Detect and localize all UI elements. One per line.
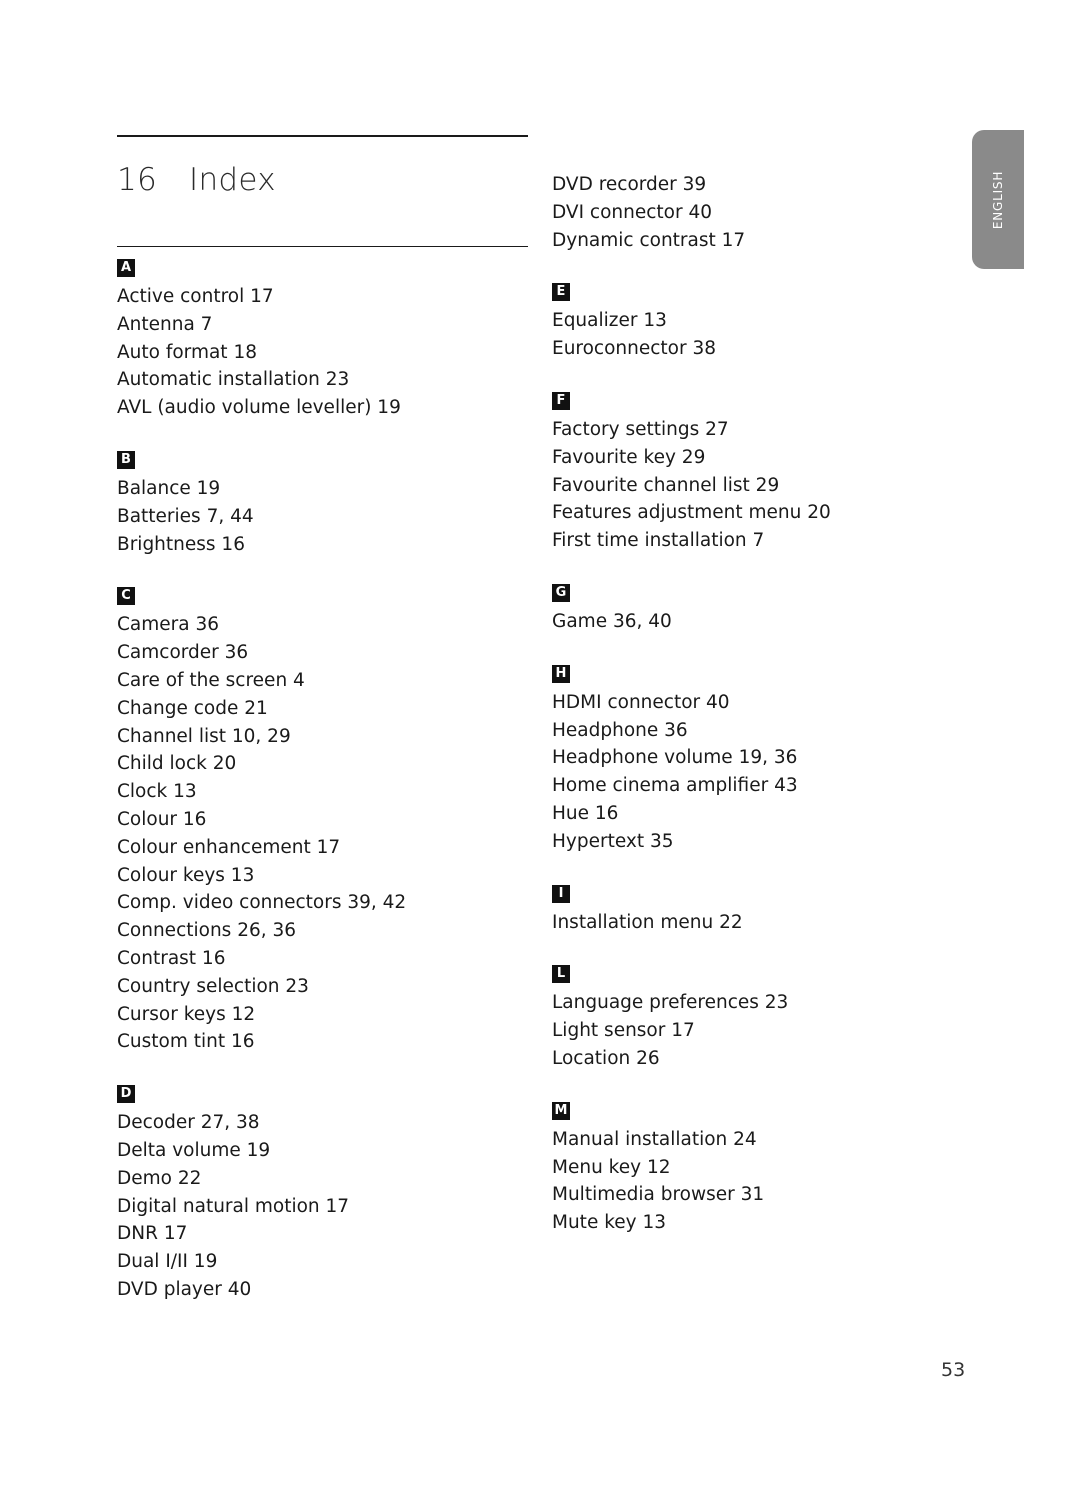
index-entry: HDMI connector 40	[552, 691, 730, 713]
section-letter: I	[552, 884, 570, 903]
section-letter: C	[117, 587, 135, 606]
index-column-right: DVD recorder 39 DVI connector 40 Dynamic c…	[552, 171, 972, 1263]
index-entry: DVD recorder 39	[552, 174, 707, 195]
index-entry: Brightness 16	[117, 533, 245, 555]
index-entry: AVL (audio volume leveller) 19	[117, 397, 401, 419]
section-letter: B	[117, 450, 135, 469]
index-entry: Hue 16	[552, 802, 619, 824]
index-entry: Factory settings 27	[552, 418, 729, 440]
index-entry: Euroconnector 38	[552, 338, 717, 360]
index-entry: Camcorder 36	[117, 642, 249, 664]
index-section-d: D Decoder 27, 38 Delta volume 19 Demo 22 Dig…	[117, 1082, 537, 1304]
section-letter: E	[552, 283, 570, 302]
index-entry: Country selection 23	[117, 975, 309, 997]
index-entry: Manual installation 24	[552, 1128, 757, 1150]
section-letter: D	[117, 1085, 135, 1104]
index-entry: Comp. video connectors 39, 42	[117, 892, 407, 914]
index-entry: Demo 22	[117, 1167, 202, 1189]
index-entry: Contrast 16	[117, 947, 226, 969]
index-entry: Menu key 12	[552, 1156, 671, 1178]
index-entry: Batteries 7, 44	[117, 505, 254, 527]
section-letter: L	[552, 965, 570, 984]
index-entry: Headphone 36	[552, 719, 688, 741]
index-entry: Home cinema amplifier 43	[552, 775, 798, 797]
index-section-e: E Equalizer 13 Euroconnector 38	[552, 280, 972, 363]
index-entry: Features adjustment menu 20	[552, 502, 831, 524]
index-entry: Light sensor 17	[552, 1020, 695, 1042]
section-letter: G	[552, 583, 570, 602]
section-letter: A	[117, 259, 135, 277]
index-entry: Headphone volume 19, 36	[552, 747, 798, 769]
index-entry: First time installation 7	[552, 530, 765, 552]
index-column-left: A Active control 17 Antenna 7 Auto format 1…	[117, 256, 537, 1330]
index-entry: Camera 36	[117, 614, 220, 636]
section-letter: M	[552, 1101, 570, 1120]
index-section-c: C Camera 36 Camcorder 36 Care of the screen…	[117, 584, 537, 1056]
index-section-continued: DVD recorder 39 DVI connector 40 Dynamic c…	[552, 171, 972, 254]
index-entry: Child lock 20	[117, 753, 237, 775]
section-letter: H	[552, 664, 570, 683]
index-entry: Hypertext 35	[552, 830, 674, 852]
index-section-l: L Language preferences 23 Light sensor 17 L…	[552, 962, 972, 1072]
index-entry: Delta volume 19	[117, 1139, 271, 1161]
index-entry: Colour enhancement 17	[117, 836, 341, 858]
index-section-f: F Factory settings 27 Favourite key 29 Favo…	[552, 389, 972, 555]
chapter-title: Index	[189, 162, 276, 198]
index-entry: Multimedia browser 31	[552, 1184, 765, 1206]
index-entry: Custom tint 16	[117, 1031, 255, 1053]
index-section-m: M Manual installation 24 Menu key 12 Multim…	[552, 1099, 972, 1237]
index-entry: Channel list 10, 29	[117, 725, 291, 747]
index-entry: Equalizer 13	[552, 310, 667, 332]
index-entry: Dynamic contrast 17	[552, 229, 746, 251]
index-section-i: I Installation menu 22	[552, 882, 972, 937]
page-number: 53	[941, 1359, 966, 1381]
index-entry: DVD player 40	[117, 1278, 252, 1300]
index-entry: Game 36, 40	[552, 610, 672, 632]
language-tab: ENGLISH	[972, 130, 1024, 269]
index-entry: Dual I/II 19	[117, 1251, 218, 1273]
index-entry: Location 26	[552, 1047, 660, 1069]
index-entry: Favourite channel list 29	[552, 474, 780, 496]
index-entry: Clock 13	[117, 781, 197, 803]
section-letter: F	[552, 391, 570, 410]
index-entry: Installation menu 22	[552, 911, 743, 933]
index-entry: Balance 19	[117, 477, 221, 499]
index-section-b: B Balance 19 Batteries 7, 44 Brightness 16	[117, 448, 537, 558]
index-entry: Mute key 13	[552, 1212, 667, 1234]
index-section-a: A Active control 17 Antenna 7 Auto format 1…	[117, 256, 537, 422]
index-entry: Colour keys 13	[117, 864, 255, 886]
index-section-g: G Game 36, 40	[552, 581, 972, 636]
index-entry: Change code 21	[117, 697, 268, 719]
index-section-h: H HDMI connector 40 Headphone 36 Headphone …	[552, 662, 972, 856]
index-entry: Antenna 7	[117, 313, 213, 335]
index-entry: DNR 17	[117, 1223, 188, 1245]
chapter-heading: 16 Index	[117, 162, 276, 198]
index-entry: Digital natural motion 17	[117, 1195, 350, 1217]
index-entry: DVI connector 40	[552, 201, 713, 223]
index-entry: Connections 26, 36	[117, 920, 297, 942]
language-tab-label: ENGLISH	[991, 170, 1005, 229]
chapter-number: 16	[117, 162, 158, 198]
index-entry: Favourite key 29	[552, 446, 706, 468]
index-entry: Auto format 18	[117, 341, 257, 363]
heading-rule	[117, 246, 528, 247]
index-entry: Active control 17	[117, 286, 274, 307]
index-entry: Care of the screen 4	[117, 669, 305, 691]
index-entry: Decoder 27, 38	[117, 1112, 260, 1134]
index-entry: Language preferences 23	[552, 992, 789, 1014]
index-entry: Automatic installation 23	[117, 369, 350, 391]
index-entry: Cursor keys 12	[117, 1003, 256, 1025]
index-entry: Colour 16	[117, 808, 207, 830]
top-rule	[117, 135, 528, 137]
